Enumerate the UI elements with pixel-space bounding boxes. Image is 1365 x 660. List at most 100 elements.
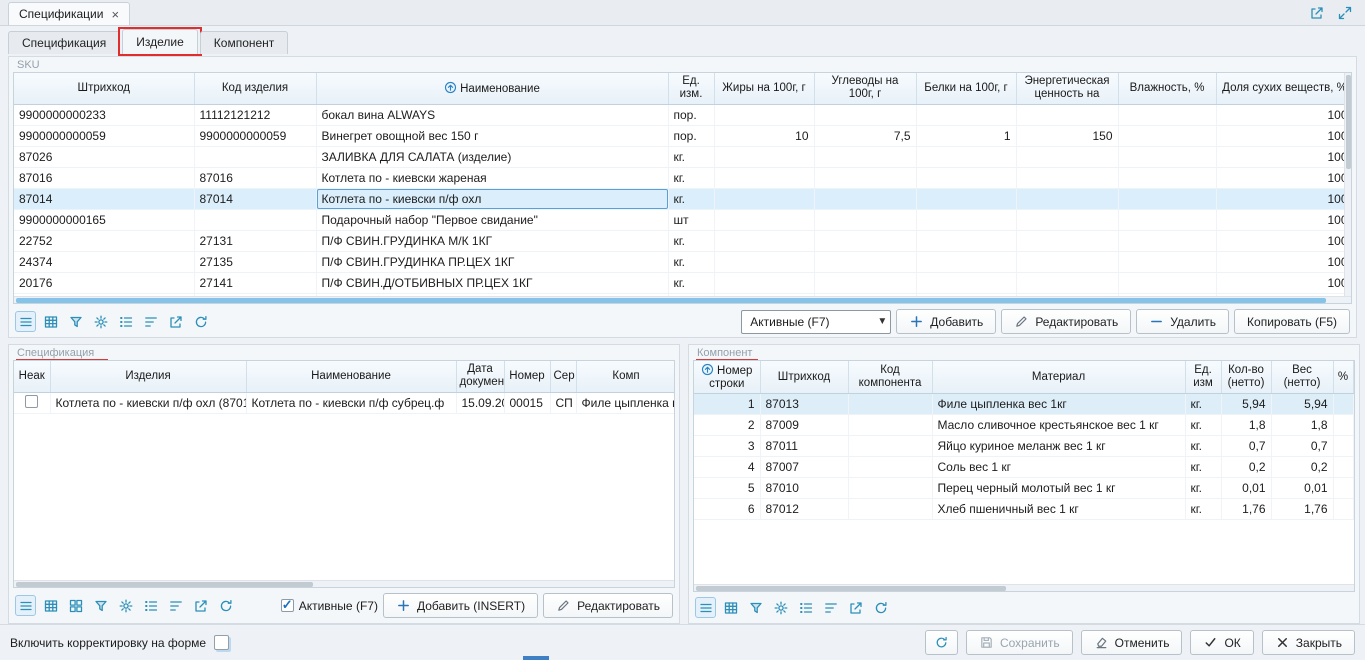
cell[interactable] [194,209,316,230]
save-button[interactable]: Сохранить [966,630,1073,655]
cell[interactable] [916,104,1016,125]
cell[interactable]: 87007 [760,457,848,478]
active-filter-select[interactable]: Активные (F7) ▼ [741,310,891,334]
cell[interactable] [1016,188,1118,209]
cell[interactable] [916,251,1016,272]
specification-table-container[interactable]: НеакИзделияНаименованиеДата докуменНомер… [13,360,675,588]
column-header[interactable]: Комп [576,361,675,392]
filter-icon[interactable] [65,311,86,332]
cancel-button[interactable]: Отменить [1081,630,1183,655]
cell[interactable] [814,209,916,230]
cell[interactable]: 100 [1216,272,1352,293]
horizontal-scrollbar[interactable] [14,580,674,587]
cell[interactable]: 87013 [760,394,848,415]
cell[interactable] [1016,209,1118,230]
cell[interactable] [1118,188,1216,209]
cell[interactable]: 87014 [194,188,316,209]
cell[interactable]: Винегрет овощной вес 150 г [316,125,668,146]
cell[interactable]: Соль вес 1 кг [932,457,1185,478]
cell[interactable]: кг. [1185,436,1221,457]
cell[interactable]: 1,76 [1221,499,1271,520]
column-header[interactable]: Жиры на 100г, г [714,73,814,104]
grid-view-icon[interactable] [40,595,61,616]
cell[interactable] [916,209,1016,230]
table-row[interactable]: 2017627141П/Ф СВИН.Д/ОТБИВНЫХ ПР.ЦЕХ 1КГ… [14,272,1352,293]
cell[interactable]: кг. [668,146,714,167]
cell[interactable]: 3 [694,436,760,457]
cell[interactable]: 87026 [14,146,194,167]
cell[interactable]: 100 [1216,104,1352,125]
column-header[interactable]: Ед. изм [1185,361,1221,394]
vertical-scrollbar[interactable] [1344,73,1351,296]
cell[interactable] [848,415,932,436]
scrollbar-thumb[interactable] [16,582,313,587]
cell[interactable] [1016,251,1118,272]
cell[interactable]: кг. [668,251,714,272]
cell[interactable]: Масло сливочное крестьянское вес 1 кг [932,415,1185,436]
column-header[interactable]: Неак [14,361,50,392]
column-header[interactable]: Штрихкод [14,73,194,104]
active-filter-checkbox[interactable] [281,599,294,612]
cell[interactable] [714,104,814,125]
cell[interactable]: 1 [694,394,760,415]
column-header[interactable]: Доля сухих веществ, % [1216,73,1352,104]
sort-ascending-icon[interactable] [701,363,714,376]
cell[interactable]: 87012 [760,499,848,520]
table-row[interactable]: 687012Хлеб пшеничный вес 1 кгкг.1,761,76 [694,499,1353,520]
cell[interactable]: бокал вина ALWAYS [316,104,668,125]
tab-product[interactable]: Изделие [122,29,198,54]
cell[interactable]: 0,01 [1221,478,1271,499]
cell[interactable] [916,146,1016,167]
cell[interactable] [916,167,1016,188]
filter-icon[interactable] [90,595,111,616]
cell[interactable] [848,499,932,520]
cell[interactable]: пор. [668,104,714,125]
cell[interactable]: Котлета по - киевски п/ф субрец.ф [246,392,456,413]
cell[interactable] [1118,167,1216,188]
enable-correction-checkbox[interactable] [214,635,229,650]
cell[interactable] [814,146,916,167]
column-header[interactable]: Кол-во (нетто) [1221,361,1271,394]
cell[interactable]: П/Ф СВИН.Д/ОТБИВНЫХ ПР.ЦЕХ 1КГ [316,272,668,293]
cell[interactable] [714,146,814,167]
cell[interactable]: 87014 [14,188,194,209]
cell[interactable]: Филе цыпленка в [576,392,675,413]
export-icon[interactable] [190,595,211,616]
cell[interactable]: 87010 [760,478,848,499]
table-row[interactable]: Котлета по - киевски п/ф охл (87014Котле… [14,392,675,413]
cell[interactable]: 15.09.20 [456,392,504,413]
cell[interactable] [1118,251,1216,272]
list-view-icon[interactable] [695,597,716,618]
cell[interactable] [1016,230,1118,251]
cell[interactable]: 20176 [14,272,194,293]
cell[interactable] [848,436,932,457]
open-in-window-icon[interactable] [1309,5,1325,21]
cell[interactable]: П/Ф СВИН.ГРУДИНКА М/К 1КГ [316,230,668,251]
cell[interactable]: 87016 [194,167,316,188]
doc-tab-specifications[interactable]: Спецификации × [8,2,130,25]
cell[interactable]: 100 [1216,188,1352,209]
grid-view-icon[interactable] [720,597,741,618]
column-header[interactable]: Материал [932,361,1185,394]
cell[interactable] [814,251,916,272]
copy-button[interactable]: Копировать (F5) [1234,309,1350,334]
column-header[interactable]: Ед. изм. [668,73,714,104]
cell[interactable] [848,457,932,478]
table-row[interactable]: 487007Соль вес 1 кгкг.0,20,2 [694,457,1353,478]
column-header[interactable]: Изделия [50,361,246,392]
delete-button[interactable]: Удалить [1136,309,1229,334]
cell[interactable] [714,188,814,209]
cell[interactable]: Хлеб пшеничный вес 1 кг [932,499,1185,520]
column-header[interactable]: Код компонента [848,361,932,394]
cell[interactable]: 0,2 [1271,457,1333,478]
cell[interactable] [1118,104,1216,125]
column-header[interactable]: Сер [550,361,576,392]
grid-view-icon[interactable] [40,311,61,332]
table-row[interactable]: 287009Масло сливочное крестьянское вес 1… [694,415,1353,436]
cell[interactable] [1333,457,1353,478]
cell[interactable]: кг. [1185,457,1221,478]
add-button[interactable]: Добавить (INSERT) [383,593,538,618]
edit-button[interactable]: Редактировать [1001,309,1131,334]
cell[interactable]: кг. [1185,415,1221,436]
cell[interactable]: 9900000000233 [14,104,194,125]
